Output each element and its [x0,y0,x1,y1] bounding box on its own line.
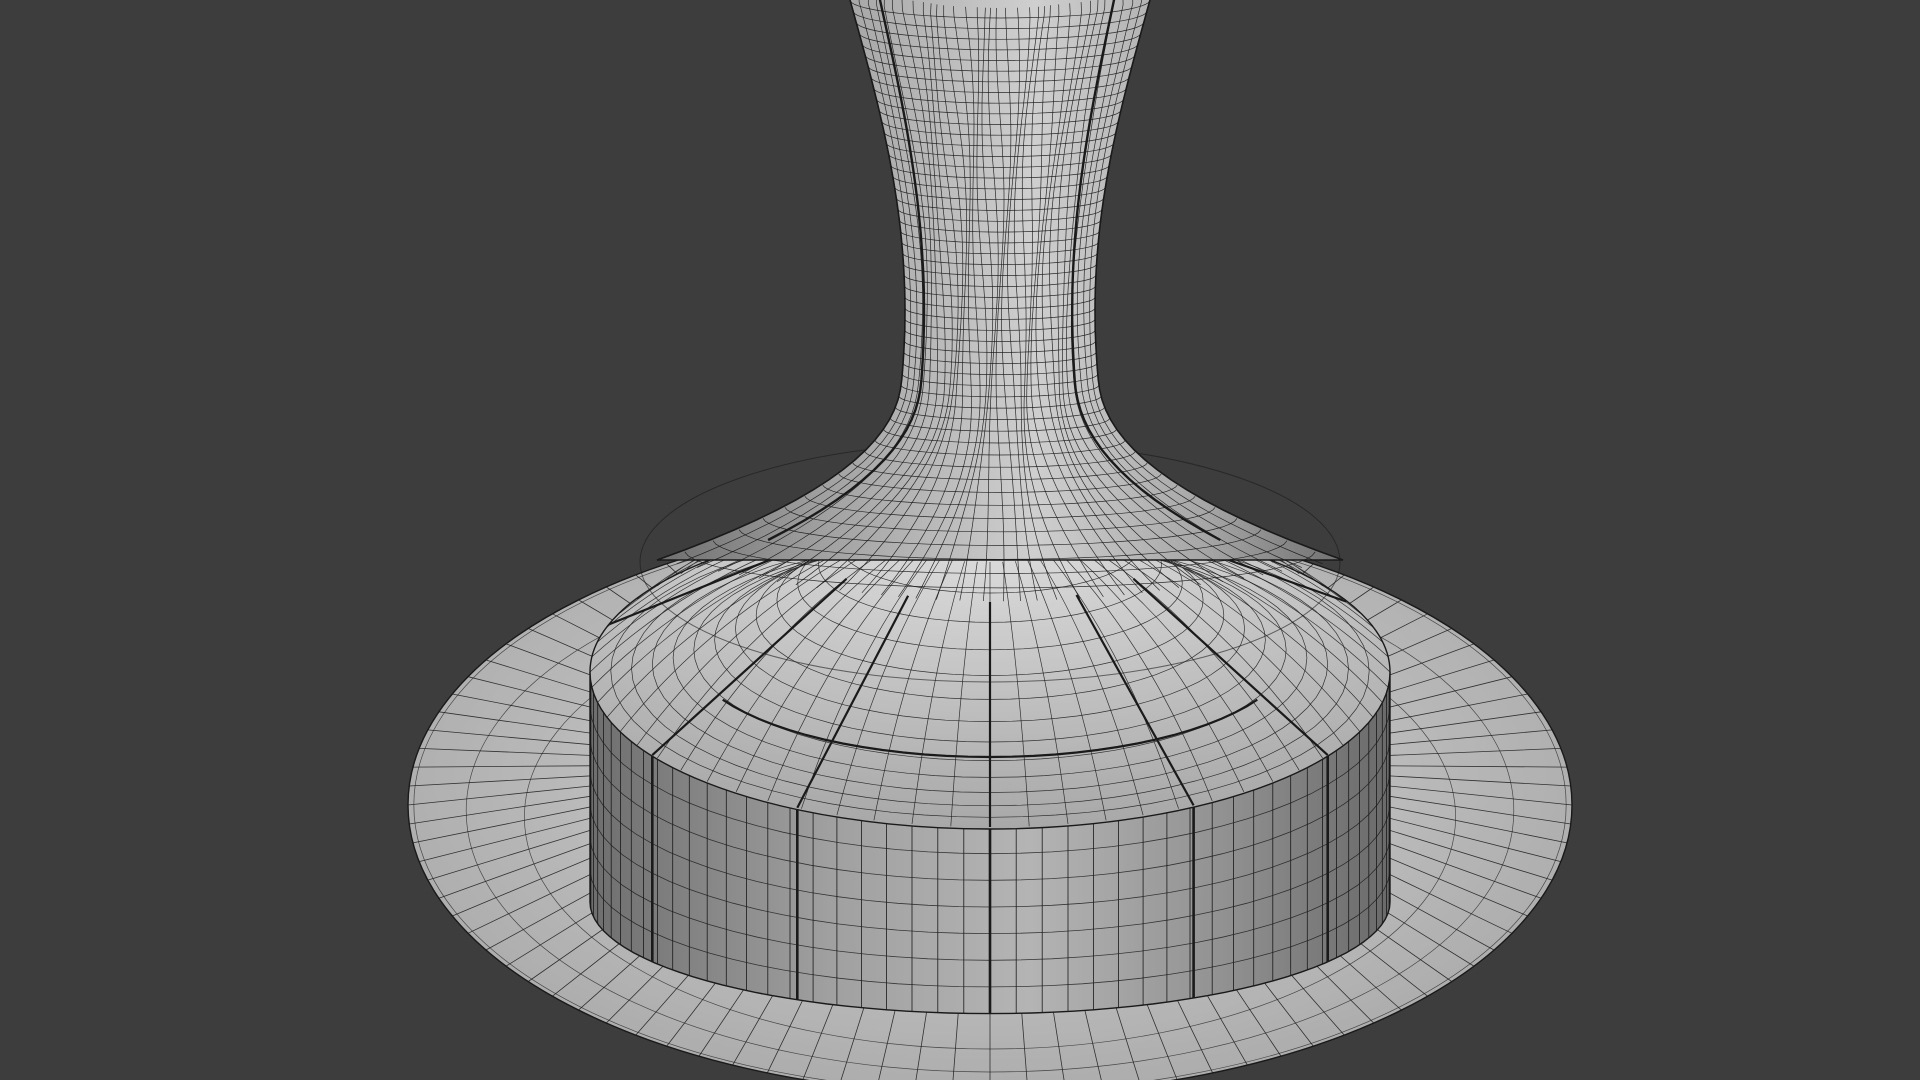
3d-viewport[interactable] [0,0,1920,1080]
stem-surface [656,0,1344,561]
wireframe-mesh[interactable] [0,0,1920,1080]
stem-column [656,0,1344,602]
